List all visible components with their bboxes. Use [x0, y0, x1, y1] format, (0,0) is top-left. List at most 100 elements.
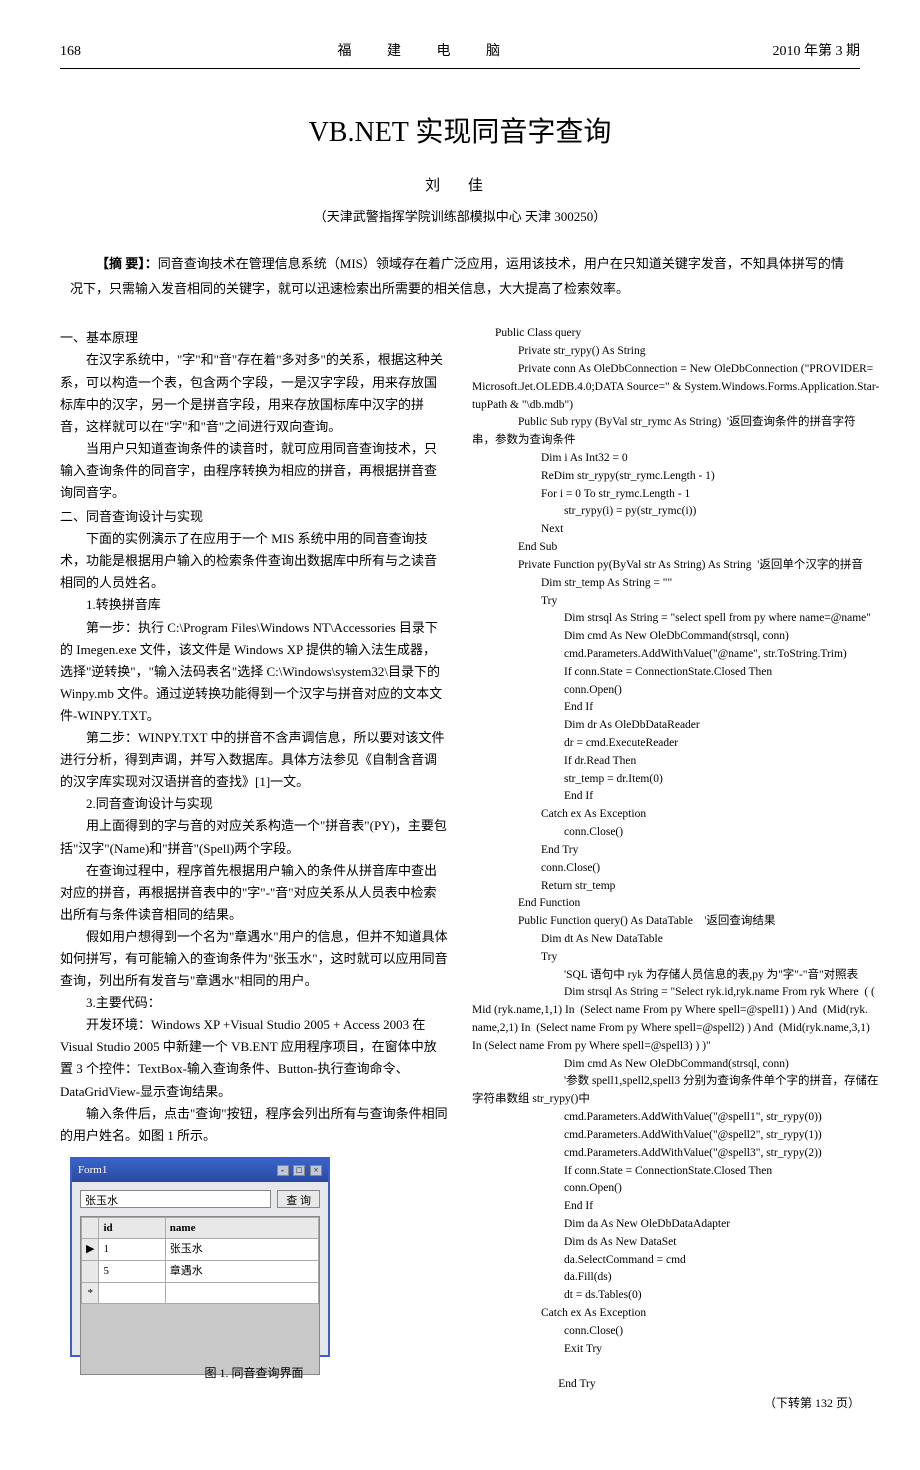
code-line: If dr.Read Then: [472, 753, 860, 771]
paragraph: 用上面得到的字与音的对应关系构造一个"拼音表"(PY)，主要包括"汉字"(Nam…: [60, 815, 448, 859]
code-line: conn.Close(): [472, 824, 860, 842]
figure-body: 张玉水 查 询 id name ▶ 1 张玉水: [72, 1182, 328, 1384]
code-line: Return str_temp: [472, 878, 860, 896]
code-line: Dim ds As New DataSet: [472, 1234, 860, 1252]
grid-corner: [82, 1217, 99, 1239]
left-column: 一、基本原理 在汉字系统中，"字"和"音"存在着"多对多"的关系，根据这种关系，…: [60, 325, 448, 1429]
paragraph: 开发环境：Windows XP +Visual Studio 2005 + Ac…: [60, 1014, 448, 1102]
abstract-label: 【摘 要】：: [96, 256, 158, 271]
code-line: Catch ex As Exception: [472, 806, 860, 824]
code-line: For i = 0 To str_rymc.Length - 1: [472, 486, 860, 504]
code-line: Exit Try: [472, 1341, 860, 1359]
code-line: dr = cmd.ExecuteReader: [472, 735, 860, 753]
code-line: conn.Open(): [472, 682, 860, 700]
figure-input-row: 张玉水 查 询: [80, 1190, 320, 1208]
code-line: End Try （下转第 132 页）: [472, 1358, 860, 1429]
code-line: Private conn As OleDbConnection = New Ol…: [472, 361, 860, 379]
code-line: If conn.State = ConnectionState.Closed T…: [472, 1163, 860, 1181]
code-line: da.Fill(ds): [472, 1269, 860, 1287]
subsection-heading: 1.转换拼音库: [60, 594, 448, 616]
code-line: Public Function query() As DataTable '返回…: [472, 913, 860, 931]
table-row[interactable]: 5 章遇水: [82, 1260, 319, 1282]
row-indicator-icon: ▶: [82, 1239, 99, 1261]
minimize-icon[interactable]: -: [277, 1165, 289, 1176]
right-column: Public Class query Private str_rypy() As…: [472, 325, 860, 1429]
query-button[interactable]: 查 询: [277, 1190, 320, 1208]
paragraph: 输入条件后，点击"查询"按钮，程序会列出所有与查询条件相同的用户姓名。如图 1 …: [60, 1103, 448, 1147]
code-text: End Try: [558, 1378, 595, 1390]
code-line: name,2,1) In (Select name From py Where …: [472, 1020, 860, 1038]
maximize-icon[interactable]: □: [293, 1165, 305, 1176]
code-line: Dim strsql As String = "Select ryk.id,ry…: [472, 984, 860, 1002]
result-grid[interactable]: id name ▶ 1 张玉水 5 章遇水: [80, 1216, 320, 1376]
code-line: dt = ds.Tables(0): [472, 1287, 860, 1305]
code-line: End If: [472, 788, 860, 806]
code-line: Private str_rypy() As String: [472, 343, 860, 361]
code-line: cmd.Parameters.AddWithValue("@name", str…: [472, 646, 860, 664]
figure-1-window: Form1 - □ × 张玉水 查 询 id n: [70, 1157, 330, 1357]
article-title: VB.NET 实现同音字查询: [60, 109, 860, 157]
code-line: Dim dt As New DataTable: [472, 931, 860, 949]
code-line: Private Function py(ByVal str As String)…: [472, 557, 860, 575]
table-row[interactable]: ▶ 1 张玉水: [82, 1239, 319, 1261]
col-header-id: id: [99, 1217, 165, 1239]
code-line: Microsoft.Jet.OLEDB.4.0;DATA Source=" & …: [472, 379, 860, 397]
figure-1-caption: 图 1. 同音查询界面: [60, 1363, 448, 1383]
subsection-heading: 3.主要代码：: [60, 992, 448, 1014]
paragraph: 在查询过程中，程序首先根据用户输入的条件从拼音库中查出对应的拼音，再根据拼音表中…: [60, 860, 448, 926]
journal-name: 福 建 电 脑: [338, 40, 517, 64]
code-line: Dim cmd As New OleDbCommand(strsql, conn…: [472, 628, 860, 646]
code-line: da.SelectCommand = cmd: [472, 1252, 860, 1270]
code-line: Public Class query: [472, 325, 860, 343]
code-line: '参数 spell1,spell2,spell3 分别为查询条件单个字的拼音，存…: [472, 1073, 860, 1091]
code-line: Dim strsql As String = "select spell fro…: [472, 610, 860, 628]
code-line: End Try: [472, 842, 860, 860]
code-line: cmd.Parameters.AddWithValue("@spell1", s…: [472, 1109, 860, 1127]
body-columns: 一、基本原理 在汉字系统中，"字"和"音"存在着"多对多"的关系，根据这种关系，…: [60, 325, 860, 1429]
code-line: In (Select name From py Where spell=@spe…: [472, 1038, 860, 1056]
abstract: 【摘 要】：同音查询技术在管理信息系统（MIS）领域存在着广泛应用，运用该技术，…: [70, 252, 850, 301]
code-line: End If: [472, 699, 860, 717]
paragraph: 第一步：执行 C:\Program Files\Windows NT\Acces…: [60, 617, 448, 727]
code-line: ReDim str_rypy(str_rymc.Length - 1): [472, 468, 860, 486]
section-2-heading: 二、同音查询设计与实现: [60, 506, 448, 528]
code-line: Mid (ryk.name,1,1) In (Select name From …: [472, 1002, 860, 1020]
cell-id: 1: [99, 1239, 165, 1261]
paragraph: 当用户只知道查询条件的读音时，就可应用同音查询技术，只输入查询条件的同音字，由程…: [60, 438, 448, 504]
code-line: conn.Close(): [472, 1323, 860, 1341]
paragraph: 第二步：WINPY.TXT 中的拼音不含声调信息，所以要对该文件进行分析，得到声…: [60, 727, 448, 793]
table-row-new[interactable]: *: [82, 1282, 319, 1304]
code-line: Dim cmd As New OleDbCommand(strsql, conn…: [472, 1056, 860, 1074]
paragraph: 假如用户想得到一个名为"章遇水"用户的信息，但并不知道具体如何拼写，有可能输入的…: [60, 926, 448, 992]
page-number: 168: [60, 40, 81, 64]
subsection-heading: 2.同音查询设计与实现: [60, 793, 448, 815]
code-line: Dim str_temp As String = "": [472, 575, 860, 593]
code-line: tupPath & "\db.mdb"): [472, 397, 860, 415]
code-line: 串，参数为查询条件: [472, 432, 860, 450]
close-icon[interactable]: ×: [310, 1165, 322, 1176]
code-line: Public Sub rypy (ByVal str_rymc As Strin…: [472, 414, 860, 432]
code-line: If conn.State = ConnectionState.Closed T…: [472, 664, 860, 682]
code-line: 'SQL 语句中 ryk 为存储人员信息的表,py 为"字"-"音"对照表: [472, 967, 860, 985]
search-input[interactable]: 张玉水: [80, 1190, 271, 1208]
row-indicator: [82, 1260, 99, 1282]
code-line: cmd.Parameters.AddWithValue("@spell3", s…: [472, 1145, 860, 1163]
issue-info: 2010 年第 3 期: [773, 40, 861, 64]
affiliation: （天津武警指挥学院训练部模拟中心 天津 300250）: [60, 206, 860, 228]
new-row-icon: *: [82, 1282, 99, 1304]
figure-titlebar: Form1 - □ ×: [72, 1159, 328, 1182]
code-line: cmd.Parameters.AddWithValue("@spell2", s…: [472, 1127, 860, 1145]
window-controls: - □ ×: [275, 1161, 323, 1180]
code-line: str_rypy(i) = py(str_rymc(i)): [472, 503, 860, 521]
code-line: 字符串数组 str_rypy()中: [472, 1091, 860, 1109]
code-line: Next: [472, 521, 860, 539]
paragraph: 下面的实例演示了在应用于一个 MIS 系统中用的同音查询技术，功能是根据用户输入…: [60, 528, 448, 594]
code-line: Try: [472, 949, 860, 967]
code-line: Dim da As New OleDbDataAdapter: [472, 1216, 860, 1234]
code-line: str_temp = dr.Item(0): [472, 771, 860, 789]
abstract-text: 同音查询技术在管理信息系统（MIS）领域存在着广泛应用，运用该技术，用户在只知道…: [70, 256, 844, 296]
section-1-heading: 一、基本原理: [60, 327, 448, 349]
code-line: Dim dr As OleDbDataReader: [472, 717, 860, 735]
code-line: Dim i As Int32 = 0: [472, 450, 860, 468]
page-header: 168 福 建 电 脑 2010 年第 3 期: [60, 40, 860, 69]
